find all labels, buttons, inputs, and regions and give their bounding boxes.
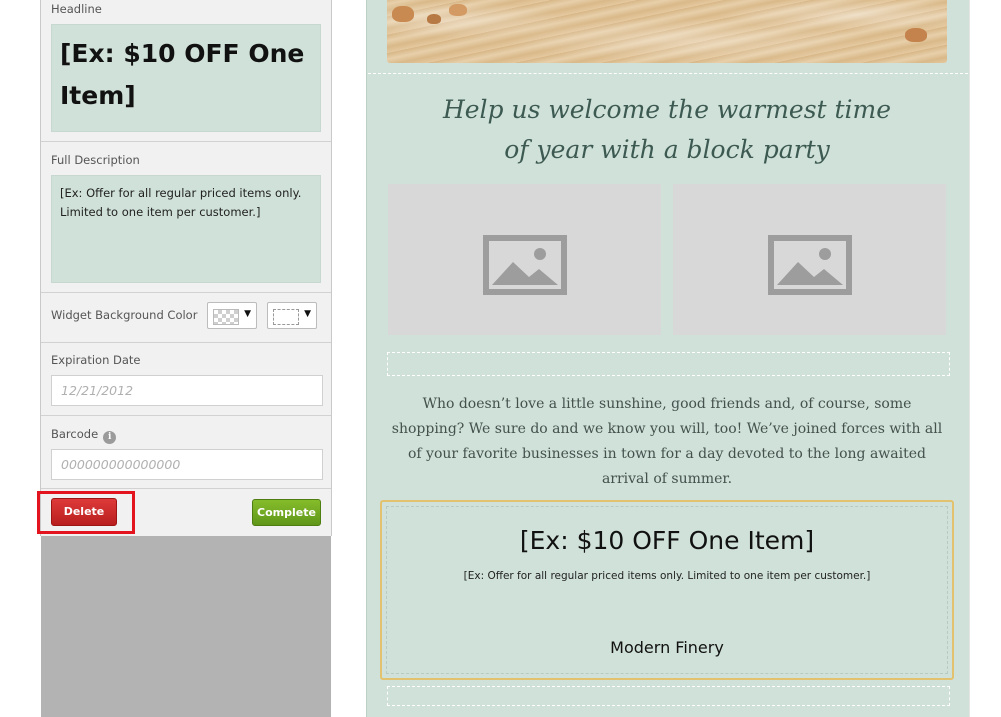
shell-decoration	[449, 4, 467, 16]
complete-button[interactable]: Complete	[252, 499, 321, 526]
header-image[interactable]	[387, 0, 947, 63]
coupon-description: [Ex: Offer for all regular priced items …	[463, 570, 871, 582]
divider	[368, 73, 968, 74]
delete-highlight-box	[37, 491, 135, 534]
body-line: shopping? We sure do and we know you wil…	[391, 421, 943, 437]
spacer-block[interactable]	[387, 686, 950, 706]
shell-decoration	[905, 28, 927, 42]
description-input[interactable]: [Ex: Offer for all regular priced items …	[51, 175, 321, 283]
chevron-down-icon: ▼	[304, 309, 311, 319]
welcome-heading: Help us welcome the warmest time of year…	[387, 90, 947, 170]
body-paragraph: Who doesn’t love a little sunshine, good…	[389, 392, 945, 492]
expiration-label: Expiration Date	[51, 353, 141, 367]
barcode-input[interactable]: 000000000000000	[51, 449, 323, 480]
chevron-down-icon: ▼	[244, 309, 251, 319]
headline-input[interactable]: [Ex: $10 OFF One Item]	[51, 24, 321, 132]
border-style-picker[interactable]: ▼	[267, 302, 317, 329]
body-line: of your favorite businesses in town for …	[407, 446, 926, 462]
image-placeholder-left[interactable]	[388, 184, 661, 335]
description-section: Full Description [Ex: Offer for all regu…	[41, 142, 331, 293]
expiration-date-input[interactable]: 12/21/2012	[51, 375, 323, 406]
bg-color-label: Widget Background Color	[51, 308, 198, 322]
coupon-headline: [Ex: $10 OFF One Item]	[519, 526, 815, 555]
body-line: Who doesn’t love a little sunshine, good…	[422, 396, 912, 412]
coupon-business-name: Modern Finery	[610, 638, 724, 657]
preview-gutter	[969, 0, 1001, 717]
image-icon	[768, 235, 852, 295]
background-color-picker[interactable]: ▼	[207, 302, 257, 329]
image-placeholder-right[interactable]	[673, 184, 946, 335]
shell-decoration	[392, 6, 414, 22]
transparent-swatch-icon	[213, 309, 239, 325]
barcode-label-wrap: Barcode i	[51, 427, 117, 444]
spacer-block[interactable]	[387, 352, 950, 376]
body-line: arrival of summer.	[601, 471, 733, 487]
barcode-label: Barcode	[51, 427, 99, 441]
welcome-line: of year with a block party	[504, 135, 830, 164]
panel-backdrop	[41, 536, 331, 717]
headline-label: Headline	[51, 2, 102, 16]
shell-decoration	[427, 14, 441, 24]
headline-section: Headline [Ex: $10 OFF One Item]	[41, 0, 331, 142]
expiration-section: Expiration Date 12/21/2012	[41, 343, 331, 416]
coupon-editor-panel: Headline [Ex: $10 OFF One Item] Full Des…	[40, 0, 332, 536]
welcome-line: Help us welcome the warmest time	[442, 95, 892, 124]
image-icon	[483, 235, 567, 295]
dashed-border-swatch-icon	[273, 309, 299, 325]
description-label: Full Description	[51, 153, 140, 167]
info-icon[interactable]: i	[103, 431, 117, 444]
barcode-section: Barcode i 000000000000000	[41, 416, 331, 489]
screen: Headline [Ex: $10 OFF One Item] Full Des…	[0, 0, 1001, 717]
